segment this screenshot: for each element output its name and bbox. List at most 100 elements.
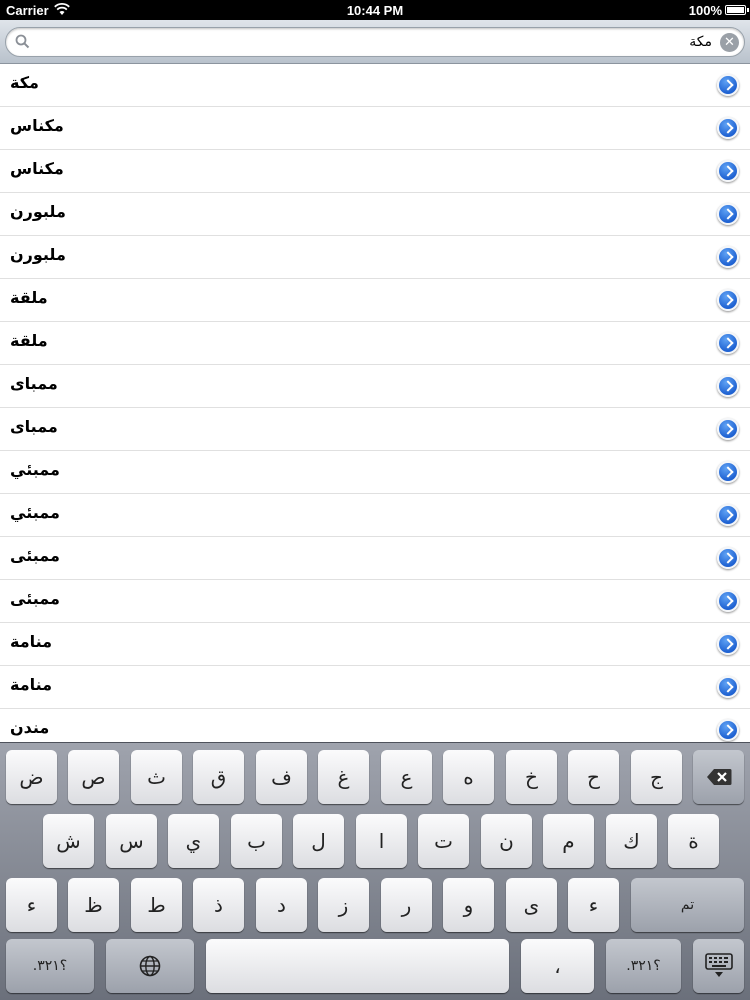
key[interactable]: ص — [68, 750, 119, 804]
key[interactable]: س — [106, 814, 157, 868]
list-item-label: مندن — [10, 718, 50, 737]
list-item[interactable]: مكناس — [0, 107, 750, 150]
key[interactable]: ط — [131, 878, 182, 932]
list-item[interactable]: منامة — [0, 666, 750, 709]
key[interactable]: ء — [6, 878, 57, 932]
key[interactable]: م — [543, 814, 594, 868]
list-item-label: ممبئى — [10, 546, 60, 565]
backspace-icon — [706, 767, 732, 791]
list-item-label: ممبئي — [10, 460, 60, 479]
key[interactable]: ع — [381, 750, 432, 804]
disclosure-arrow-icon[interactable] — [717, 332, 739, 354]
key[interactable]: ذ — [193, 878, 244, 932]
list-item[interactable]: ممباى — [0, 408, 750, 451]
comma-key[interactable]: ، — [521, 939, 594, 993]
list-item[interactable]: ملقة — [0, 322, 750, 365]
key[interactable]: ز — [318, 878, 369, 932]
key[interactable]: ر — [381, 878, 432, 932]
key[interactable]: و — [443, 878, 494, 932]
keyboard-hide-icon — [704, 953, 733, 984]
list-item[interactable]: ممبئى — [0, 537, 750, 580]
disclosure-arrow-icon[interactable] — [717, 203, 739, 225]
clear-search-icon[interactable]: ✕ — [720, 33, 739, 52]
list-item-label: منامة — [10, 675, 53, 694]
list-item-label: ملبورن — [10, 245, 66, 264]
battery-percent: 100% — [688, 3, 722, 18]
list-item[interactable]: ممبئي — [0, 494, 750, 537]
list-item[interactable]: منامة — [0, 623, 750, 666]
key[interactable]: ج — [631, 750, 682, 804]
search-icon — [15, 34, 30, 53]
key[interactable]: ك — [606, 814, 657, 868]
backspace-key[interactable] — [693, 750, 744, 804]
hide-keyboard-key[interactable] — [693, 939, 744, 993]
disclosure-arrow-icon[interactable] — [717, 160, 739, 182]
key[interactable]: ب — [231, 814, 282, 868]
list-item-label: ممبئي — [10, 503, 60, 522]
key[interactable]: د — [256, 878, 307, 932]
key[interactable]: ة — [668, 814, 719, 868]
list-item-label: ممباى — [10, 417, 58, 436]
search-input[interactable] — [36, 31, 712, 53]
list-item-label: مكناس — [10, 116, 64, 135]
key[interactable]: ض — [6, 750, 57, 804]
clock: 10:44 PM — [346, 3, 404, 18]
key[interactable]: ا — [356, 814, 407, 868]
list-item[interactable]: مكة — [0, 64, 750, 107]
globe-key[interactable] — [106, 939, 194, 993]
key[interactable]: ن — [481, 814, 532, 868]
disclosure-arrow-icon[interactable] — [717, 418, 739, 440]
globe-icon — [139, 955, 161, 982]
disclosure-arrow-icon[interactable] — [717, 504, 739, 526]
key[interactable]: ش — [43, 814, 94, 868]
key[interactable]: ف — [256, 750, 307, 804]
disclosure-arrow-icon[interactable] — [717, 375, 739, 397]
disclosure-arrow-icon[interactable] — [717, 117, 739, 139]
list-item[interactable]: ملبورن — [0, 236, 750, 279]
key[interactable]: ح — [568, 750, 619, 804]
return-key[interactable]: تم — [631, 878, 744, 932]
results-list: مكة مكناس مكناس ملبورن ملبورن ملقة ملقة … — [0, 64, 750, 742]
key[interactable]: ث — [131, 750, 182, 804]
space-key[interactable] — [206, 939, 509, 993]
key[interactable]: ي — [168, 814, 219, 868]
disclosure-arrow-icon[interactable] — [717, 289, 739, 311]
list-item-label: مكناس — [10, 159, 64, 178]
list-item[interactable]: ممبئي — [0, 451, 750, 494]
search-field[interactable]: ✕ — [5, 27, 745, 57]
search-bar: ✕ — [0, 20, 750, 64]
list-item[interactable]: ملبورن — [0, 193, 750, 236]
disclosure-arrow-icon[interactable] — [717, 461, 739, 483]
key[interactable]: ق — [193, 750, 244, 804]
disclosure-arrow-icon[interactable] — [717, 547, 739, 569]
list-item[interactable]: مكناس — [0, 150, 750, 193]
disclosure-arrow-icon[interactable] — [717, 590, 739, 612]
battery-icon — [725, 5, 749, 15]
list-item-label: مكة — [10, 73, 39, 92]
list-item-label: ملقة — [10, 288, 48, 307]
disclosure-arrow-icon[interactable] — [717, 676, 739, 698]
list-item[interactable]: ممباى — [0, 365, 750, 408]
list-item-label: ملقة — [10, 331, 48, 350]
list-item-label: ملبورن — [10, 202, 66, 221]
status-bar: Carrier 10:44 PM 100% — [0, 0, 750, 20]
disclosure-arrow-icon[interactable] — [717, 246, 739, 268]
key[interactable]: ت — [418, 814, 469, 868]
list-item-label: منامة — [10, 632, 53, 651]
key[interactable]: ل — [293, 814, 344, 868]
disclosure-arrow-icon[interactable] — [717, 719, 739, 741]
key[interactable]: ء — [568, 878, 619, 932]
key[interactable]: خ — [506, 750, 557, 804]
disclosure-arrow-icon[interactable] — [717, 74, 739, 96]
numbers-key-left[interactable]: .؟٣٢١ — [6, 939, 94, 993]
key[interactable]: غ — [318, 750, 369, 804]
key[interactable]: ظ — [68, 878, 119, 932]
key[interactable]: ه — [443, 750, 494, 804]
list-item[interactable]: ملقة — [0, 279, 750, 322]
key[interactable]: ى — [506, 878, 557, 932]
numbers-key-right[interactable]: .؟٣٢١ — [606, 939, 681, 993]
disclosure-arrow-icon[interactable] — [717, 633, 739, 655]
list-item[interactable]: ممبئى — [0, 580, 750, 623]
list-item-label: ممبئى — [10, 589, 60, 608]
list-item[interactable]: مندن — [0, 709, 750, 742]
